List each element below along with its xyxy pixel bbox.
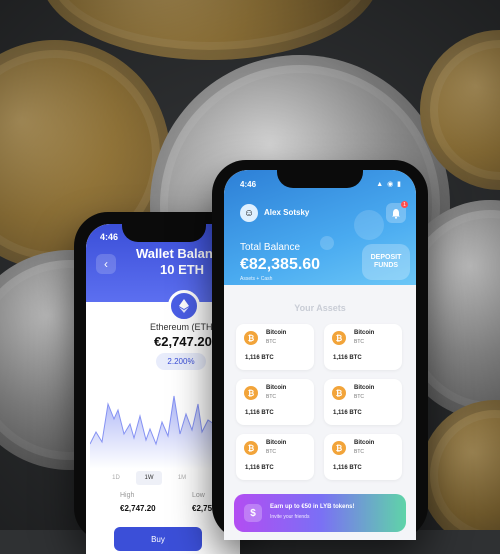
home-phone: 4:46 ▲ ◉ ▮ ☺ Alex Sotsky 1 Total Balance… xyxy=(212,160,428,540)
asset-name: Bitcoin xyxy=(354,385,375,391)
coin-price: €2,747.20 xyxy=(154,334,212,349)
asset-card[interactable]: ₿ Bitcoin BTC 1,116 BTC xyxy=(324,434,402,480)
asset-symbol: BTC xyxy=(266,449,276,455)
back-button[interactable]: ‹ xyxy=(96,254,116,274)
avatar[interactable]: ☺ xyxy=(240,204,258,222)
chevron-left-icon: ‹ xyxy=(104,257,108,271)
buy-button[interactable]: Buy xyxy=(114,527,202,551)
asset-name: Bitcoin xyxy=(266,440,287,446)
asset-symbol: BTC xyxy=(354,449,364,455)
asset-symbol: BTC xyxy=(266,339,276,345)
notifications-button[interactable]: 1 xyxy=(386,201,408,223)
status-icons: ▲ ◉ ▮ xyxy=(376,181,402,188)
status-time: 4:46 xyxy=(240,180,257,189)
user-name: Alex Sotsky xyxy=(264,208,310,217)
notification-badge: 1 xyxy=(401,201,408,208)
asset-card[interactable]: ₿ Bitcoin BTC 1,116 BTC xyxy=(236,434,314,480)
promo-title: Earn up to €50 in LYB tokens! xyxy=(270,504,355,510)
low-label: Low xyxy=(192,492,205,499)
deposit-funds-button[interactable]: DEPOSIT FUNDS xyxy=(362,244,410,280)
asset-amount: 1,116 BTC xyxy=(245,410,274,416)
bitcoin-icon: ₿ xyxy=(244,386,258,400)
total-balance-label: Total Balance xyxy=(240,242,301,253)
ethereum-icon xyxy=(168,290,200,322)
home-screen: 4:46 ▲ ◉ ▮ ☺ Alex Sotsky 1 Total Balance… xyxy=(224,170,416,540)
decor-circle xyxy=(320,236,334,250)
period-1w[interactable]: 1W xyxy=(136,471,162,485)
decor-circle xyxy=(354,210,384,240)
period-1m[interactable]: 1M xyxy=(172,471,192,485)
wallet-title: Wallet Balan xyxy=(136,246,213,261)
asset-card[interactable]: ₿ Bitcoin BTC 1,116 BTC xyxy=(236,324,314,370)
asset-card[interactable]: ₿ Bitcoin BTC 1,116 BTC xyxy=(324,324,402,370)
asset-name: Bitcoin xyxy=(266,330,287,336)
assets-title: Your Assets xyxy=(294,303,346,313)
asset-amount: 1,116 BTC xyxy=(333,355,362,361)
asset-symbol: BTC xyxy=(266,394,276,400)
dollar-icon: $ xyxy=(244,504,262,522)
phone-notch xyxy=(277,170,363,188)
user-icon: ☺ xyxy=(243,207,255,219)
low-value: €2,75 xyxy=(192,504,213,513)
phone-notch xyxy=(122,224,206,242)
bitcoin-icon: ₿ xyxy=(244,331,258,345)
asset-name: Bitcoin xyxy=(354,330,375,336)
asset-card[interactable]: ₿ Bitcoin BTC 1,116 BTC xyxy=(324,379,402,425)
asset-amount: 1,116 BTC xyxy=(245,465,274,471)
asset-card[interactable]: ₿ Bitcoin BTC 1,116 BTC xyxy=(236,379,314,425)
asset-name: Bitcoin xyxy=(266,385,287,391)
bitcoin-icon: ₿ xyxy=(332,441,346,455)
asset-amount: 1,116 BTC xyxy=(245,355,274,361)
high-value: €2,747.20 xyxy=(120,504,156,513)
bitcoin-icon: ₿ xyxy=(332,386,346,400)
price-change-badge: 2.200% xyxy=(156,353,206,370)
asset-amount: 1,116 BTC xyxy=(333,465,362,471)
bitcoin-icon: ₿ xyxy=(244,441,258,455)
total-balance-sub: Assets + Cash xyxy=(240,276,273,282)
referral-banner[interactable]: $ Earn up to €50 in LYB tokens! Invite y… xyxy=(234,494,406,532)
status-time: 4:46 xyxy=(100,232,119,242)
bell-icon xyxy=(392,208,400,219)
high-label: High xyxy=(120,492,135,499)
promo-subtitle: Invite your friends xyxy=(270,514,310,520)
asset-symbol: BTC xyxy=(354,339,364,345)
total-balance-value: €82,385.60 xyxy=(240,256,321,273)
asset-symbol: BTC xyxy=(354,394,364,400)
coin-name: Ethereum (ETH) xyxy=(150,322,216,332)
wallet-subtitle: 10 ETH xyxy=(160,262,205,277)
asset-amount: 1,116 BTC xyxy=(333,410,362,416)
asset-name: Bitcoin xyxy=(354,440,375,446)
period-1d[interactable]: 1D xyxy=(106,471,126,485)
bitcoin-icon: ₿ xyxy=(332,331,346,345)
